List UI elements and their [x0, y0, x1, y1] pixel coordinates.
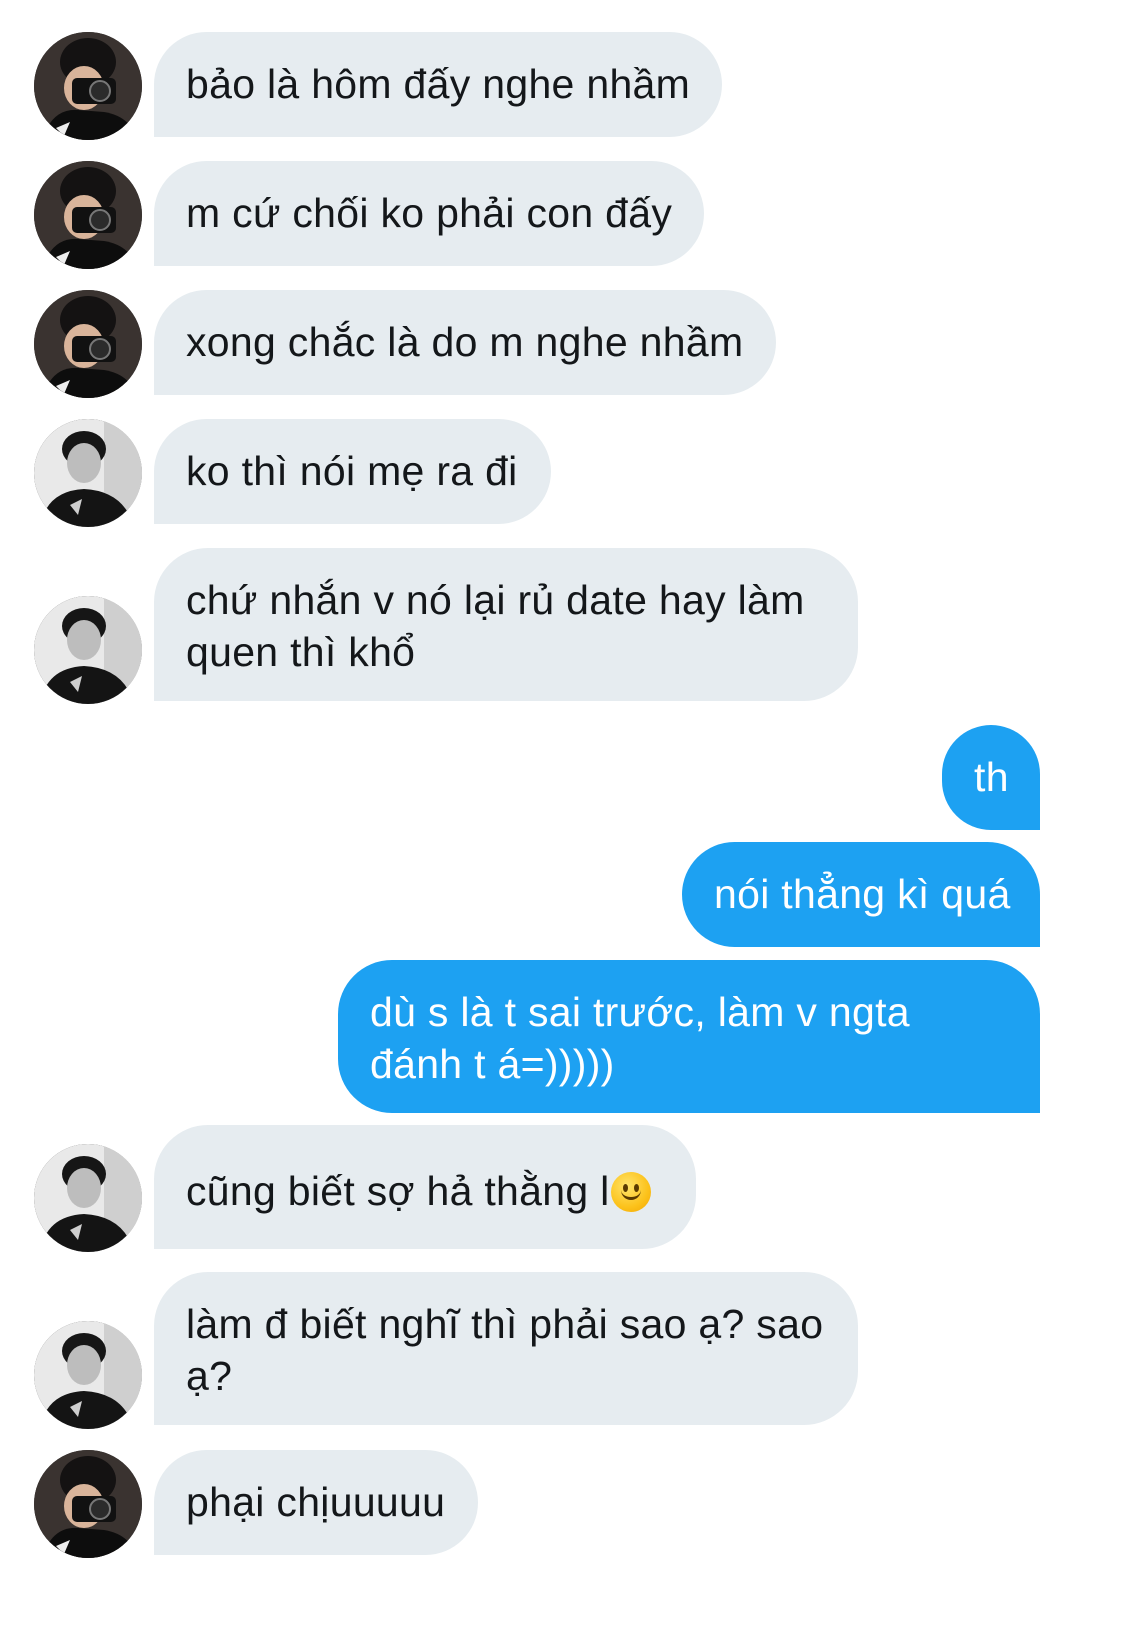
message-line: dù s là t sai trước, làm v ngta — [370, 989, 910, 1035]
message-bubble[interactable]: xong chắc là do m nghe nhầm — [154, 290, 776, 395]
avatar-contact-b[interactable] — [34, 1321, 142, 1429]
message-bubble[interactable]: phại chịuuuuu — [154, 1450, 478, 1555]
avatar-contact-b[interactable] — [34, 596, 142, 704]
avatar-contact-a[interactable] — [34, 161, 142, 269]
message-bubble[interactable]: th — [942, 725, 1040, 830]
message-line: quen thì khổ — [186, 629, 416, 675]
portrait-photo-icon — [34, 596, 142, 704]
avatar-contact-b[interactable] — [34, 1144, 142, 1252]
message-bubble[interactable]: m cứ chối ko phải con đấy — [154, 161, 704, 266]
message-line: chứ nhắn v nó lại rủ date hay làm — [186, 577, 805, 623]
message-bubble[interactable]: ko thì nói mẹ ra đi — [154, 419, 551, 524]
avatar-contact-a[interactable] — [34, 32, 142, 140]
slightly-smiling-face-icon — [610, 1172, 651, 1212]
portrait-photo-icon — [34, 1144, 142, 1252]
message-text: cũng biết sợ hả thằng l — [186, 1168, 610, 1214]
message-bubble[interactable]: chứ nhắn v nó lại rủ date hay làm quen t… — [154, 548, 858, 701]
camera-person-photo-icon — [34, 290, 142, 398]
avatar-contact-a[interactable] — [34, 290, 142, 398]
avatar-contact-a[interactable] — [34, 1450, 142, 1558]
message-bubble[interactable]: nói thẳng kì quá — [682, 842, 1040, 947]
message-line: đánh t á=))))) — [370, 1041, 615, 1087]
message-bubble[interactable]: dù s là t sai trước, làm v ngta đánh t á… — [338, 960, 1040, 1113]
message-line: làm đ biết nghĩ thì phải sao ạ? sao — [186, 1301, 824, 1347]
message-bubble[interactable]: bảo là hôm đấy nghe nhầm — [154, 32, 722, 137]
portrait-photo-icon — [34, 419, 142, 527]
avatar-contact-b[interactable] — [34, 419, 142, 527]
portrait-photo-icon — [34, 1321, 142, 1429]
message-bubble[interactable]: làm đ biết nghĩ thì phải sao ạ? sao ạ? — [154, 1272, 858, 1425]
camera-person-photo-icon — [34, 161, 142, 269]
message-line: ạ? — [186, 1353, 233, 1399]
camera-person-photo-icon — [34, 1450, 142, 1558]
message-bubble[interactable]: cũng biết sợ hả thằng l — [154, 1125, 696, 1249]
camera-person-photo-icon — [34, 32, 142, 140]
message-thread: bảo là hôm đấy nghe nhầm m cứ chối ko ph… — [0, 0, 1125, 1642]
